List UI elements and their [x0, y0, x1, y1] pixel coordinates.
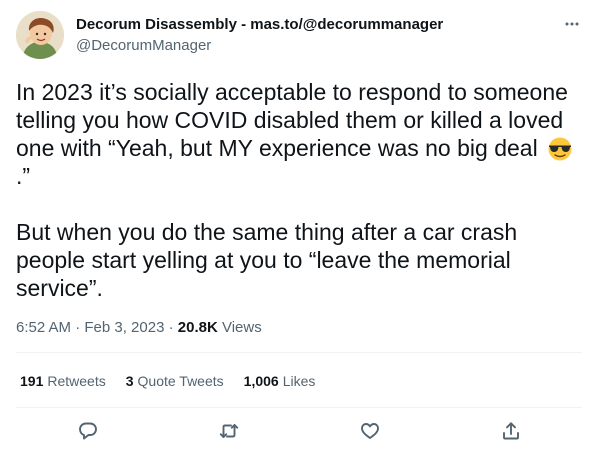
tweet-paragraph-1: In 2023 it’s socially acceptable to resp… [16, 78, 582, 190]
tweet: Decorum Disassembly - mas.to/@decorumman… [0, 0, 598, 455]
likes-label: Likes [282, 373, 316, 389]
views-label: Views [221, 319, 262, 336]
action-bar [0, 418, 598, 444]
retweet-icon [219, 424, 239, 438]
reply-button[interactable] [75, 418, 101, 444]
reply-icon [79, 422, 97, 440]
tweet-paragraph-1-tail: .” [16, 163, 31, 189]
like-icon [361, 423, 379, 439]
quotes-count: 3 [125, 373, 134, 389]
retweets-count: 191 [20, 373, 44, 389]
retweets-label: Retweets [47, 373, 106, 389]
tweet-stats: 191 Retweets 3 Quote Tweets 1,006 Likes [20, 371, 335, 391]
tweet-meta: 6:52 AM · Feb 3, 2023 · 20.8K Views [16, 318, 262, 338]
share-icon [503, 422, 519, 440]
avatar[interactable] [16, 11, 64, 59]
likes-stat[interactable]: 1,006 Likes [244, 371, 316, 391]
tweet-text: In 2023 it’s socially acceptable to resp… [16, 78, 582, 302]
tweet-timestamp[interactable]: 6:52 AM · Feb 3, 2023 · [16, 319, 178, 336]
quotes-stat[interactable]: 3 Quote Tweets [126, 371, 224, 391]
quotes-label: Quote Tweets [137, 373, 224, 389]
author-block: Decorum Disassembly - mas.to/@decorumman… [76, 15, 443, 56]
retweets-stat[interactable]: 191 Retweets [20, 371, 106, 391]
share-button[interactable] [498, 418, 524, 444]
likes-count: 1,006 [243, 373, 279, 389]
sunglasses-emoji-icon [546, 137, 574, 161]
divider [16, 352, 582, 353]
tweet-paragraph-1-text: In 2023 it’s socially acceptable to resp… [16, 79, 568, 161]
divider [16, 407, 582, 408]
more-icon [565, 22, 579, 26]
more-button[interactable] [560, 14, 584, 34]
author-handle[interactable]: @DecorumManager [76, 36, 443, 56]
like-button[interactable] [357, 418, 383, 444]
retweet-button[interactable] [216, 418, 242, 444]
tweet-paragraph-2: But when you do the same thing after a c… [16, 219, 518, 301]
author-display-name[interactable]: Decorum Disassembly - mas.to/@decorumman… [76, 15, 443, 35]
views-count: 20.8K [177, 319, 218, 336]
